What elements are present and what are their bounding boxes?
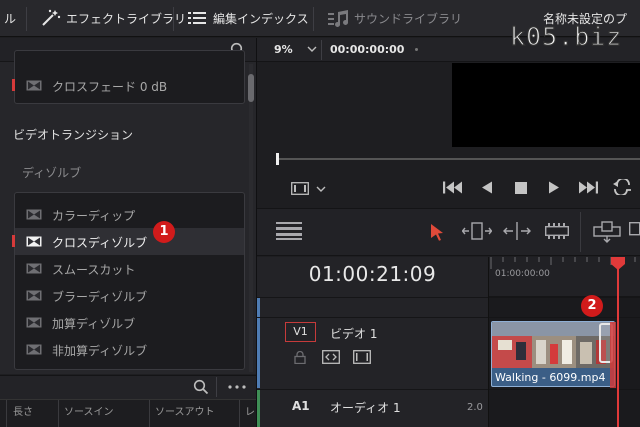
column-divider (149, 400, 150, 427)
scrub-handle[interactable] (276, 153, 279, 165)
effect-item-blur-dissolve[interactable]: ブラーディゾルブ (15, 282, 244, 309)
effects-scroll-thumb[interactable] (248, 74, 254, 102)
transition-icon (26, 290, 42, 301)
selected-marker (12, 79, 15, 91)
column-divider (6, 400, 7, 427)
video-track-name[interactable]: ビデオ 1 (330, 325, 377, 342)
effect-item-label: 加算ディゾルブ (52, 317, 136, 331)
auto-select-icon[interactable] (322, 350, 340, 364)
audio-level: 2.0 (467, 402, 483, 413)
list-icon[interactable] (188, 11, 206, 26)
clip-name: Walking - 6099.mp4 (495, 371, 606, 384)
track-id-v1[interactable]: V1 (285, 322, 316, 342)
clip-display-icon[interactable] (291, 182, 309, 195)
more-options-icon[interactable] (228, 385, 246, 389)
list-item-partial (15, 55, 244, 65)
effect-item-label: カラーディップ (52, 209, 136, 223)
trim-edit-icon[interactable] (462, 222, 492, 240)
effect-item-crossfade[interactable]: クロスフェード 0 dB (12, 72, 244, 99)
effect-item-smooth-cut[interactable]: スムースカット (15, 255, 244, 282)
music-note-icon[interactable] (328, 10, 350, 27)
media-pool-toolbar (0, 375, 256, 399)
effect-item-cross-dissolve[interactable]: クロスディゾルブ (12, 228, 244, 255)
selected-marker (12, 235, 15, 247)
play-reverse-icon[interactable] (481, 181, 493, 194)
selection-arrow-icon[interactable] (430, 223, 444, 241)
status-dot (415, 48, 418, 51)
timeline-toolbar (257, 208, 640, 256)
effect-item-label: スムースカット (52, 263, 136, 277)
go-to-end-icon[interactable] (578, 181, 598, 194)
header-divider[interactable] (488, 257, 489, 427)
transition-icon (26, 236, 42, 247)
audio-track-name[interactable]: オーディオ 1 (330, 399, 401, 416)
scrub-bar[interactable] (276, 158, 640, 160)
ruler-timecode: 01:00:00:00 (495, 269, 550, 279)
playhead[interactable] (617, 257, 619, 427)
viewer-timecode[interactable]: 00:00:00:00 (330, 43, 404, 56)
toolbar-divider (580, 212, 581, 252)
column-duration[interactable]: 長さ (13, 403, 33, 418)
annotation-badge-2: 2 (581, 295, 603, 317)
column-partial[interactable]: レ (245, 403, 255, 418)
track-id-a1[interactable]: A1 (292, 399, 310, 413)
blade-icon[interactable] (545, 223, 569, 239)
transition-icon (26, 80, 42, 91)
transition-icon (26, 344, 42, 355)
lock-icon[interactable] (294, 351, 306, 364)
chevron-down-icon[interactable] (307, 46, 317, 52)
annotation-badge-1: 1 (153, 221, 175, 243)
insert-clip-icon[interactable] (593, 221, 621, 243)
effects-library-tab[interactable]: エフェクトライブラリ (66, 10, 186, 27)
toolbar-divider (321, 40, 322, 60)
playhead-handle[interactable] (611, 257, 625, 271)
media-pool-columns (0, 399, 256, 427)
toolbar-divider (216, 377, 217, 397)
edit-index-tab[interactable]: 編集インデックス (213, 10, 309, 27)
dynamic-trim-icon[interactable] (503, 222, 531, 240)
effects-scroll-track[interactable] (249, 64, 253, 372)
sound-library-tab[interactable]: サウンドライブラリ (354, 10, 462, 27)
video-viewer[interactable] (452, 63, 640, 147)
clip-end-marker (610, 322, 616, 388)
chevron-down-icon[interactable] (316, 186, 326, 192)
search-icon[interactable] (193, 379, 209, 395)
column-source-out[interactable]: ソースアウト (155, 403, 215, 418)
stop-icon[interactable] (515, 182, 527, 194)
loop-icon[interactable] (611, 179, 633, 195)
toolbar-divider (26, 7, 27, 31)
transition-icon (26, 317, 42, 328)
track-visibility-icon[interactable] (353, 350, 371, 364)
timeline-timecode[interactable]: 01:00:21:09 (257, 262, 488, 286)
go-to-start-icon[interactable] (443, 181, 463, 194)
effect-item-color-dip[interactable]: カラーディップ (15, 201, 244, 228)
toolbar-left-label[interactable]: ル (4, 10, 16, 27)
magic-wand-icon[interactable] (40, 8, 62, 28)
video-clip[interactable]: Walking - 6099.mp4 (491, 321, 615, 387)
toolbar-divider (313, 7, 314, 31)
effect-item-additive-dissolve[interactable]: 加算ディゾルブ (15, 309, 244, 336)
effect-item-label: 非加算ディゾルブ (52, 344, 148, 358)
transition-icon (26, 263, 42, 274)
overwrite-clip-icon[interactable] (629, 222, 640, 240)
effect-item-label: クロスディゾルブ (52, 236, 148, 250)
clip-thumbnail (492, 322, 614, 368)
column-divider (239, 400, 240, 427)
effect-item-label: ブラーディゾルブ (52, 290, 148, 304)
watermark-text: k05.biz (509, 21, 623, 51)
play-icon[interactable] (548, 181, 560, 194)
audio-track-1 (257, 389, 640, 427)
zoom-level[interactable]: 9% (274, 43, 293, 56)
timeline-view-icon[interactable] (276, 222, 302, 240)
column-source-in[interactable]: ソースイン (64, 403, 114, 418)
column-divider (58, 400, 59, 427)
transition-icon (26, 209, 42, 220)
effect-item-label: クロスフェード 0 dB (52, 80, 168, 94)
section-title: ビデオトランジション (13, 128, 134, 142)
toolbar-divider (173, 7, 174, 31)
effect-item-non-additive-dissolve[interactable]: 非加算ディゾルブ (15, 336, 244, 363)
category-label[interactable]: ディゾルブ (22, 164, 81, 181)
